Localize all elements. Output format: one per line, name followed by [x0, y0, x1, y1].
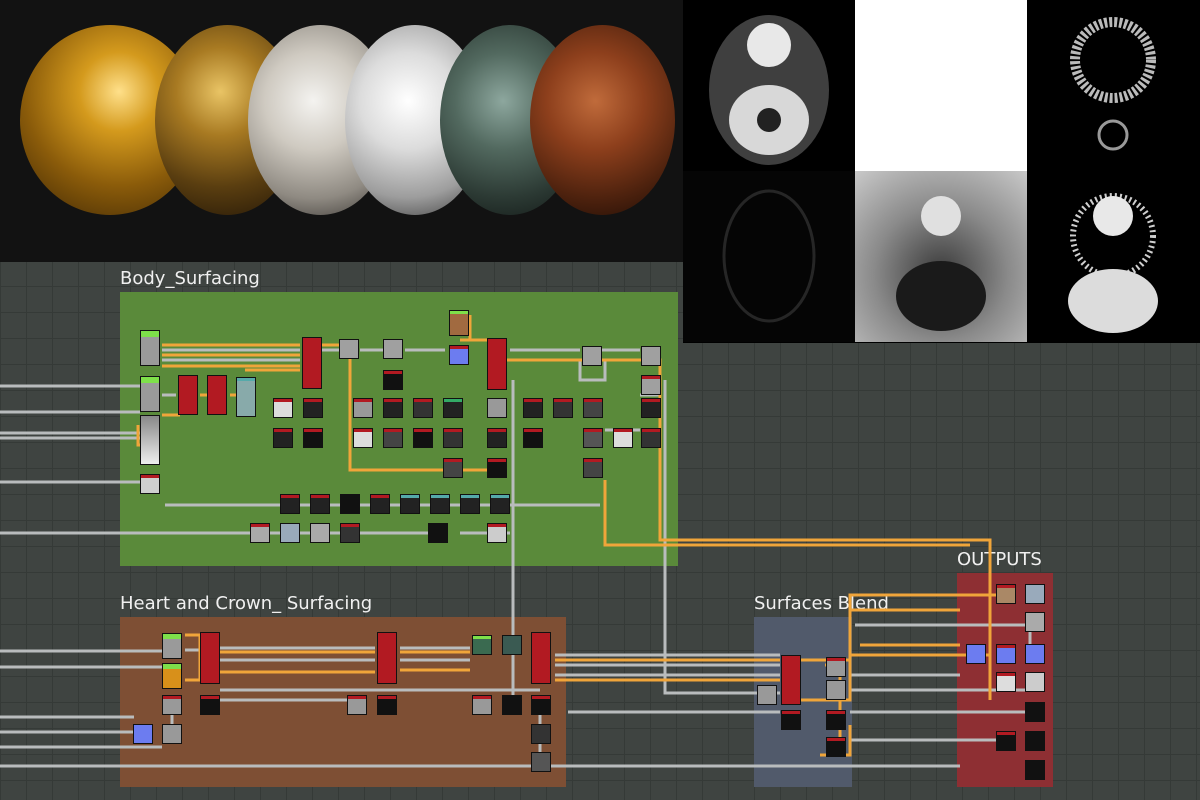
node-mask[interactable]: [502, 695, 522, 715]
node-gray[interactable]: [582, 346, 602, 366]
node-mask[interactable]: [781, 710, 801, 730]
node-texture[interactable]: [140, 474, 160, 494]
node-mask[interactable]: [303, 428, 323, 448]
node-mask[interactable]: [383, 398, 403, 418]
node-mask[interactable]: [353, 428, 373, 448]
node-mask[interactable]: [413, 428, 433, 448]
node-green-input[interactable]: [162, 633, 182, 659]
node-blue[interactable]: [449, 345, 469, 365]
node-mask[interactable]: [340, 494, 360, 514]
node-mask[interactable]: [583, 428, 603, 448]
node-mask[interactable]: [443, 398, 463, 418]
node-texture-teal[interactable]: [502, 635, 522, 655]
node-blend[interactable]: [207, 375, 227, 415]
output-node[interactable]: [1025, 672, 1045, 692]
node-gradient-top[interactable]: [449, 310, 469, 336]
node-blend[interactable]: [302, 337, 322, 389]
node-noise[interactable]: [531, 752, 551, 772]
node-mask[interactable]: [583, 398, 603, 418]
node-mask[interactable]: [487, 458, 507, 478]
node-texture-green[interactable]: [472, 635, 492, 655]
node-noise[interactable]: [340, 523, 360, 543]
node-mask[interactable]: [370, 494, 390, 514]
node-gray[interactable]: [162, 695, 182, 715]
node-mask[interactable]: [490, 494, 510, 514]
node-mask[interactable]: [377, 695, 397, 715]
output-node[interactable]: [1025, 612, 1045, 632]
node-noise[interactable]: [310, 523, 330, 543]
node-mask[interactable]: [443, 458, 463, 478]
node-mask[interactable]: [641, 398, 661, 418]
node-mask[interactable]: [273, 398, 293, 418]
node-mask[interactable]: [310, 494, 330, 514]
node-blend[interactable]: [377, 632, 397, 684]
node-gray[interactable]: [472, 695, 492, 715]
output-node[interactable]: [1025, 584, 1045, 604]
node-mask[interactable]: [443, 428, 463, 448]
node-noise[interactable]: [250, 523, 270, 543]
node-mask[interactable]: [428, 523, 448, 543]
output-node[interactable]: [996, 644, 1016, 664]
output-node[interactable]: [1025, 760, 1045, 780]
node-gray[interactable]: [347, 695, 367, 715]
node-gradient[interactable]: [140, 415, 160, 465]
node-black[interactable]: [383, 370, 403, 390]
node-mask[interactable]: [413, 398, 433, 418]
output-node[interactable]: [996, 672, 1016, 692]
node-mask[interactable]: [826, 710, 846, 730]
node-gray[interactable]: [353, 398, 373, 418]
node-mask[interactable]: [280, 494, 300, 514]
node-gray[interactable]: [826, 680, 846, 700]
node-mask[interactable]: [523, 428, 543, 448]
node-mask[interactable]: [460, 494, 480, 514]
node-mask[interactable]: [826, 737, 846, 757]
node-gray[interactable]: [641, 346, 661, 366]
node-green-input[interactable]: [140, 376, 160, 412]
node-blend[interactable]: [487, 338, 507, 390]
node-green-input[interactable]: [140, 330, 160, 366]
node-mask[interactable]: [531, 695, 551, 715]
output-node[interactable]: [1025, 702, 1045, 722]
node-gray[interactable]: [383, 339, 403, 359]
output-node[interactable]: [996, 731, 1016, 751]
node-mask[interactable]: [273, 428, 293, 448]
node-mask[interactable]: [200, 695, 220, 715]
node-mask[interactable]: [641, 428, 661, 448]
node-gray[interactable]: [641, 375, 661, 395]
node-gray[interactable]: [339, 339, 359, 359]
node-mask[interactable]: [583, 458, 603, 478]
node-mask[interactable]: [553, 398, 573, 418]
output-node[interactable]: [1025, 731, 1045, 751]
node-graph-canvas[interactable]: Body_Surfacing Heart and Crown_ Surfacin…: [0, 0, 1200, 800]
node-texture-teal[interactable]: [236, 377, 256, 417]
node-mask[interactable]: [613, 428, 633, 448]
node-mask[interactable]: [487, 523, 507, 543]
output-node[interactable]: [1025, 644, 1045, 664]
node-gray[interactable]: [757, 685, 777, 705]
node-mask[interactable]: [430, 494, 450, 514]
node-mask[interactable]: [523, 398, 543, 418]
node-blend[interactable]: [178, 375, 198, 415]
node-blend[interactable]: [200, 632, 220, 684]
node-blend[interactable]: [781, 655, 801, 705]
node-gray[interactable]: [162, 724, 182, 744]
node-blend[interactable]: [531, 632, 551, 684]
node-noise[interactable]: [280, 523, 300, 543]
node-blue[interactable]: [133, 724, 153, 744]
node-mask[interactable]: [383, 428, 403, 448]
output-node[interactable]: [996, 584, 1016, 604]
node-gray[interactable]: [487, 398, 507, 418]
node-mask[interactable]: [400, 494, 420, 514]
node-noise[interactable]: [531, 724, 551, 744]
output-node[interactable]: [966, 644, 986, 664]
node-mask[interactable]: [487, 428, 507, 448]
node-gray[interactable]: [826, 657, 846, 677]
node-mask[interactable]: [303, 398, 323, 418]
node-orange-input[interactable]: [162, 663, 182, 689]
